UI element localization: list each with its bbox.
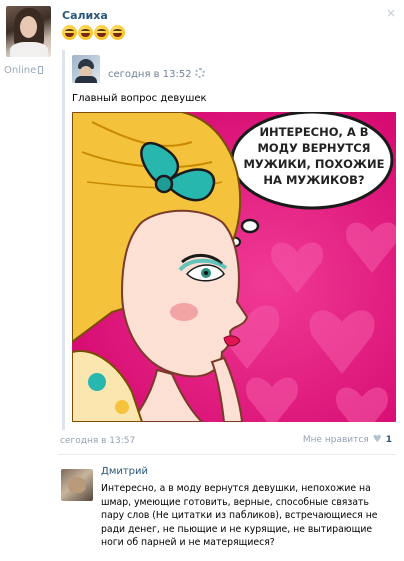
laughing-emoji-icon xyxy=(78,25,93,40)
author-name[interactable]: Салиха xyxy=(62,9,108,22)
online-label: Online xyxy=(4,65,37,76)
comment-avatar[interactable] xyxy=(61,469,93,501)
bubble-line-4: НА МУЖИКОВ? xyxy=(263,173,364,187)
repost-time[interactable]: сегодня в 13:52 xyxy=(108,68,205,80)
post-card: Online Салиха × сегодня в 13:52 Главный … xyxy=(0,0,404,561)
close-icon[interactable]: × xyxy=(386,6,396,20)
comment-text: Интересно, а в моду вернутся девушки, не… xyxy=(101,483,378,548)
bubble-line-1: ИНТЕРЕСНО, А В xyxy=(259,125,368,139)
repost-time-label: сегодня в 13:52 xyxy=(108,69,192,80)
repost-text: Главный вопрос девушек xyxy=(72,93,207,104)
online-status: Online xyxy=(4,65,44,76)
bubble-line-3: МУЖИКИ, ПОХОЖИЕ xyxy=(243,157,384,171)
laughing-emoji-icon xyxy=(110,25,125,40)
divider xyxy=(58,454,396,455)
laughing-emoji-icon xyxy=(62,25,77,40)
like-button[interactable]: Мне нравится ♥ 1 xyxy=(303,434,392,445)
comment-author[interactable]: Дмитрий xyxy=(101,466,148,477)
bubble-line-2: МОДУ ВЕРНУТСЯ xyxy=(257,141,370,155)
author-avatar[interactable] xyxy=(6,6,51,57)
like-count: 1 xyxy=(385,434,392,445)
laughing-emoji-icon xyxy=(94,25,109,40)
mobile-icon xyxy=(38,66,44,74)
post-image[interactable]: ИНТЕРЕСНО, А В МОДУ ВЕРНУТСЯ МУЖИКИ, ПОХ… xyxy=(72,112,396,422)
like-label: Мне нравится xyxy=(302,434,369,445)
emoji-row xyxy=(62,25,125,40)
repost-indicator xyxy=(62,50,65,430)
post-time[interactable]: сегодня в 13:57 xyxy=(60,436,135,446)
heart-icon: ♥ xyxy=(372,434,382,445)
gear-icon xyxy=(194,68,205,78)
comic-woman xyxy=(72,112,249,422)
repost-avatar[interactable] xyxy=(72,55,100,83)
